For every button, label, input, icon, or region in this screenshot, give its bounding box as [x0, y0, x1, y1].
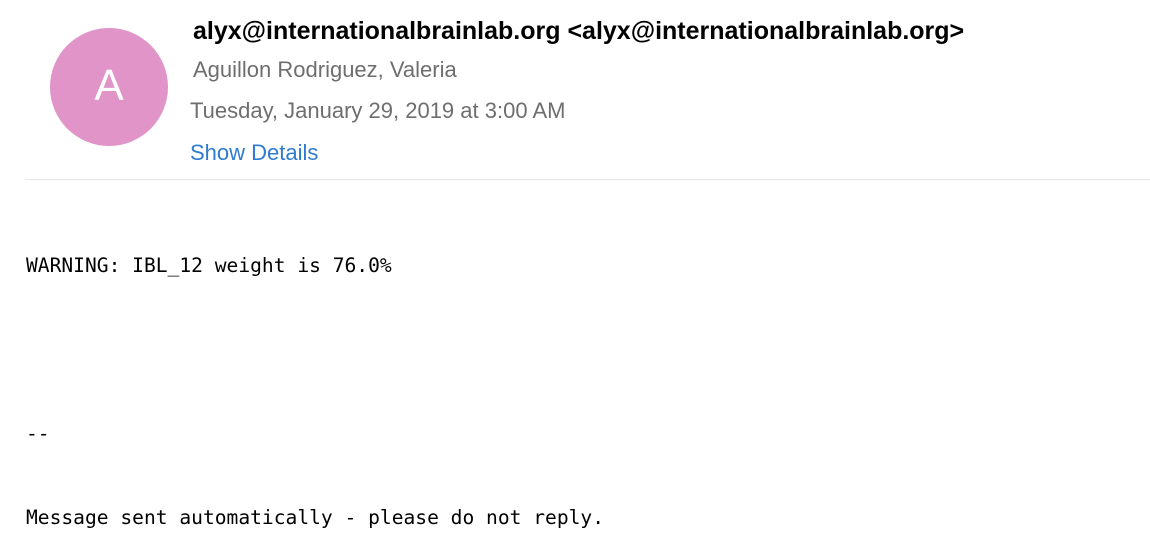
- body-line-warning: WARNING: IBL_12 weight is 76.0%: [26, 254, 392, 277]
- signature-text: Message sent automatically - please do n…: [26, 506, 605, 529]
- body-line-blank: [26, 336, 604, 364]
- sender-address: alyx@internationalbrainlab.org <alyx@int…: [193, 17, 965, 45]
- header-divider: [25, 179, 1150, 180]
- sent-date: Tuesday, January 29, 2019 at 3:00 AM: [190, 98, 566, 123]
- avatar-initial: A: [94, 61, 124, 110]
- show-details-link[interactable]: Show Details: [190, 137, 318, 169]
- message-header: A alyx@internationalbrainlab.org <alyx@i…: [0, 0, 1150, 180]
- signature-separator: --: [26, 422, 50, 445]
- message-body: WARNING: IBL_12 weight is 76.0% -- Messa…: [26, 196, 604, 560]
- sender-avatar: A: [50, 28, 168, 146]
- recipient-name: Aguillon Rodriguez, Valeria: [193, 57, 457, 82]
